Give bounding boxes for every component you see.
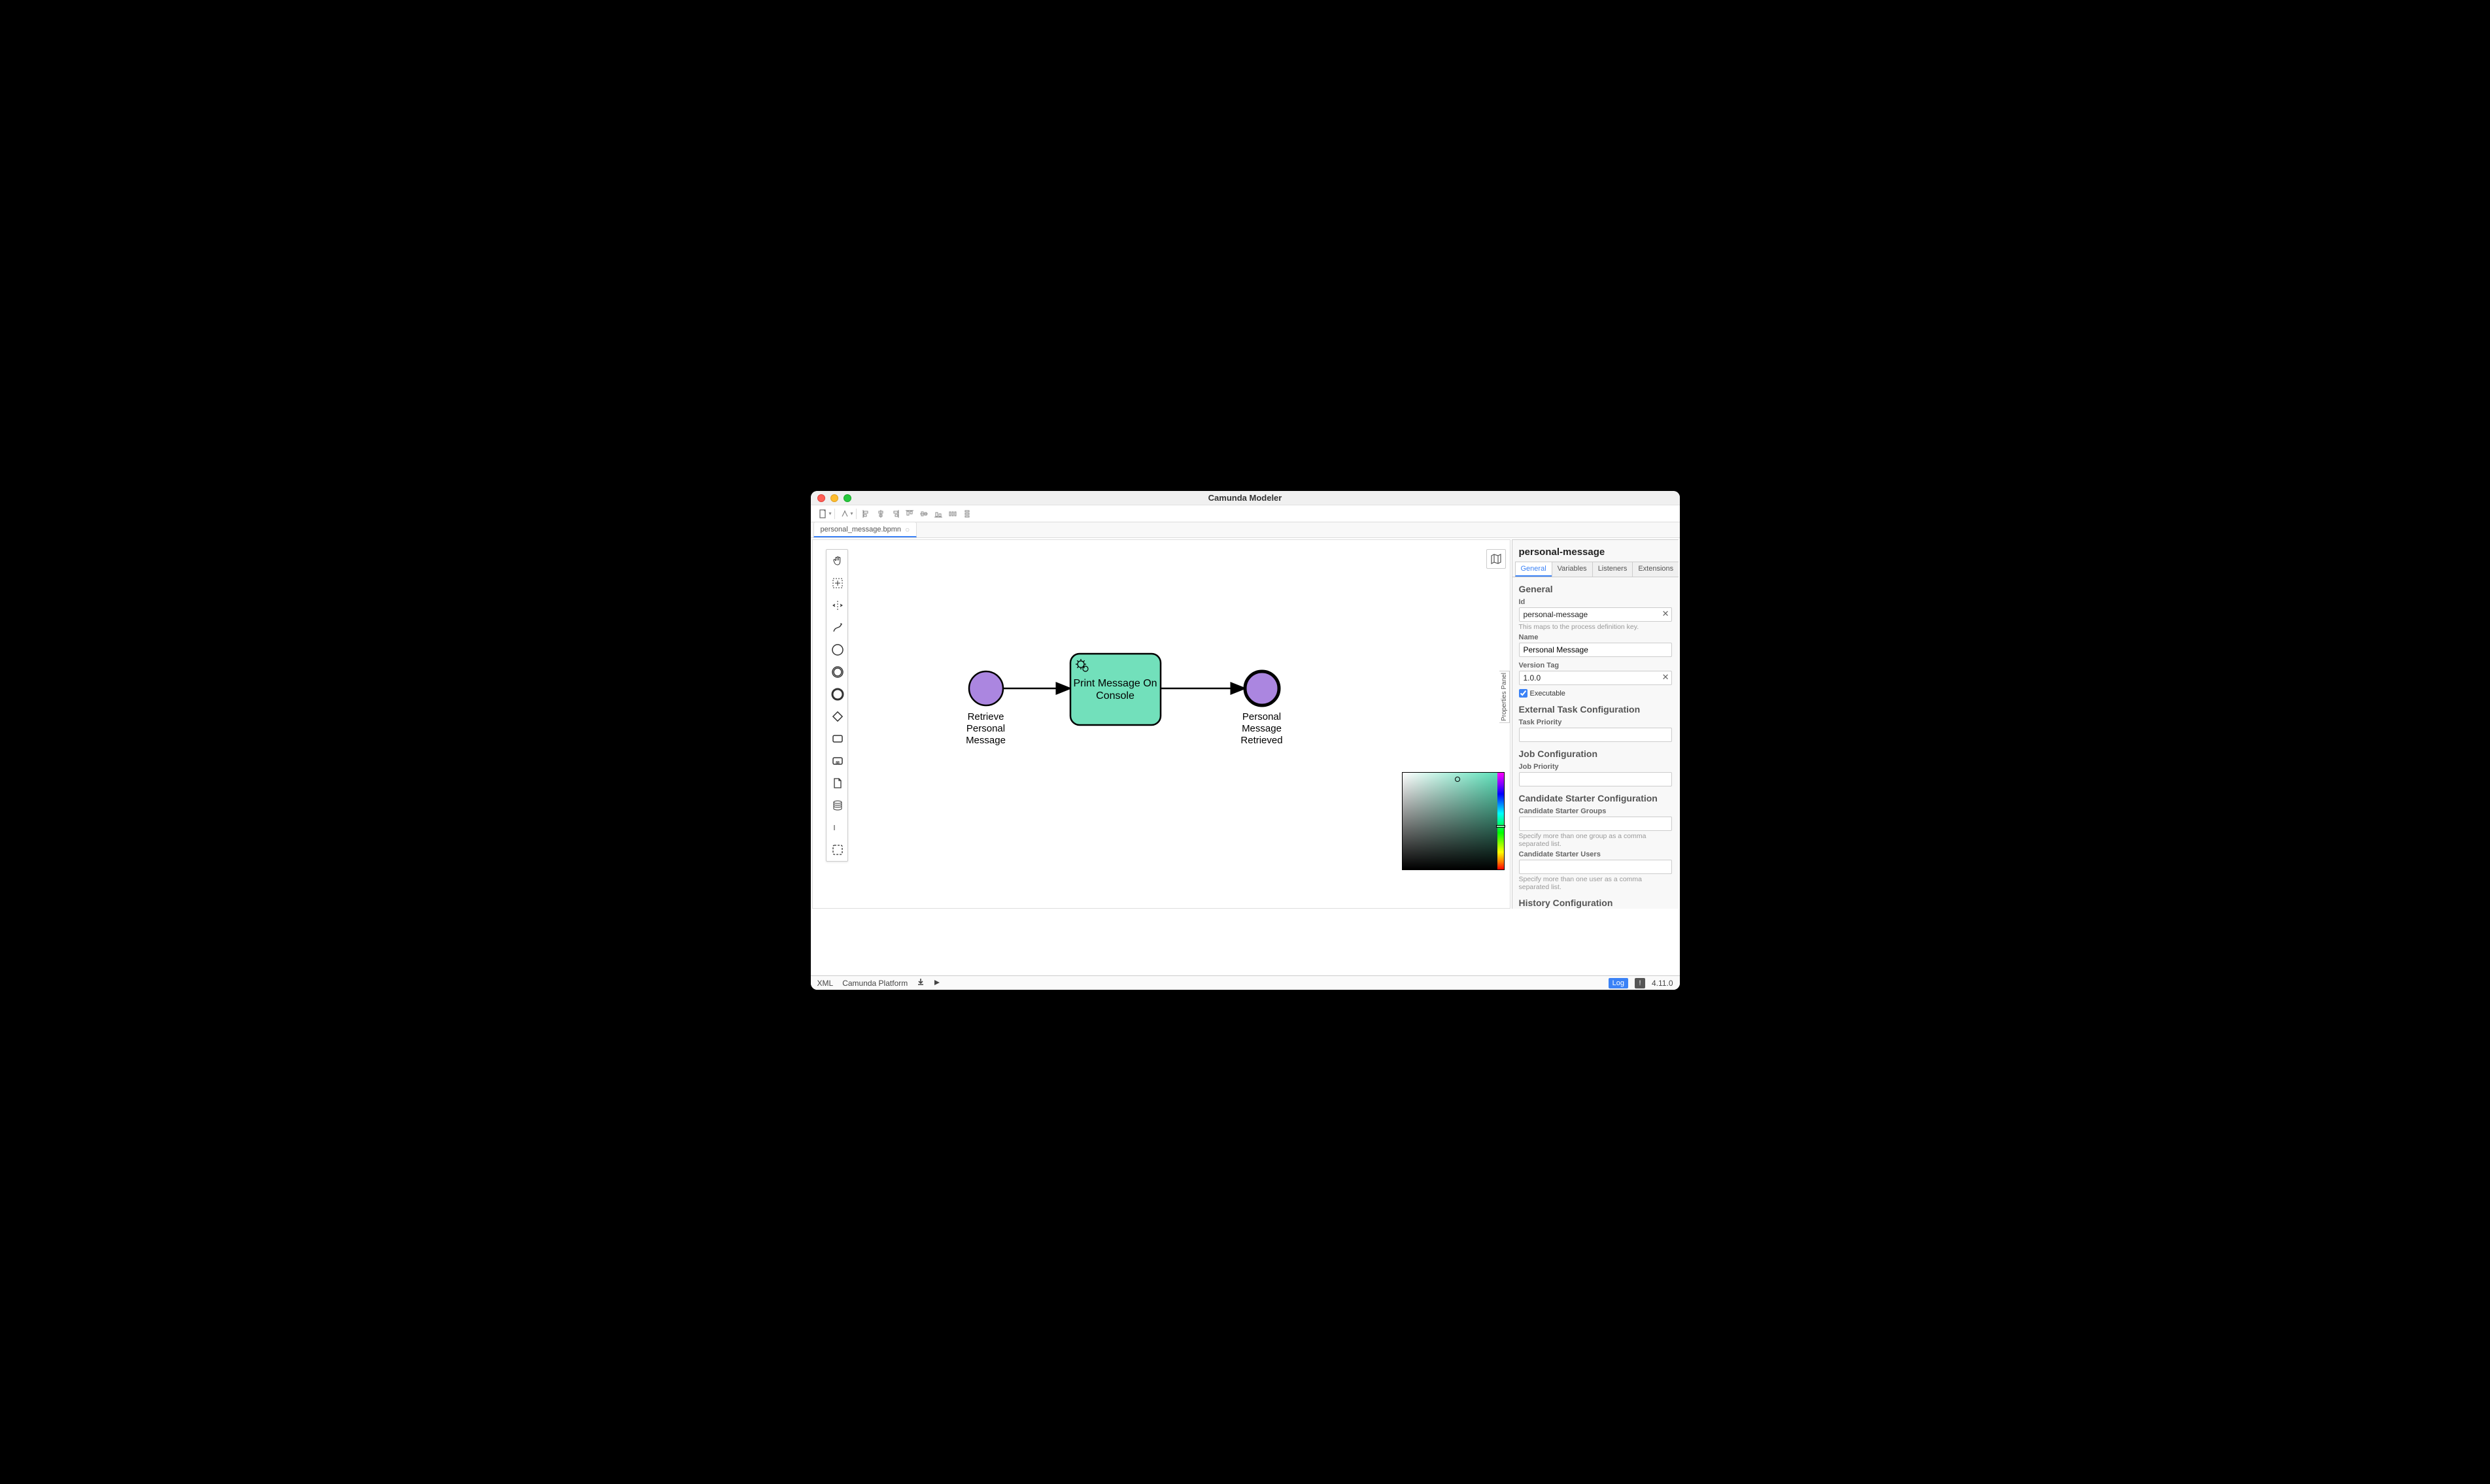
label-executable: Executable (1530, 690, 1565, 698)
window-close-button[interactable] (817, 494, 825, 502)
hue-slider[interactable] (1497, 773, 1504, 869)
deploy-button[interactable] (838, 507, 852, 521)
input-task-priority[interactable] (1519, 728, 1672, 742)
hue-slider-thumb[interactable] (1496, 825, 1505, 828)
distribute-h-button[interactable] (946, 507, 960, 521)
label-starter-users: Candidate Starter Users (1519, 851, 1672, 858)
tab-general[interactable]: General (1515, 562, 1552, 577)
tab-listeners[interactable]: Listeners (1592, 562, 1633, 577)
align-top-button[interactable] (902, 507, 917, 521)
align-bottom-button[interactable] (931, 507, 946, 521)
start-event-label: Retrieve Personal Message (960, 711, 1012, 747)
statusbar: XML Camunda Platform Log ! 4.11.0 (811, 975, 1680, 990)
properties-panel: personal-message General Variables Liste… (1512, 539, 1679, 909)
download-icon[interactable] (917, 978, 925, 988)
new-file-dropdown-icon[interactable]: ▾ (829, 511, 832, 516)
help-id: This maps to the process definition key. (1519, 623, 1672, 631)
input-name[interactable]: Personal Message (1519, 643, 1672, 657)
help-starter-users: Specify more than one user as a comma se… (1519, 875, 1672, 891)
align-center-h-button[interactable] (874, 507, 888, 521)
window-minimize-button[interactable] (830, 494, 838, 502)
label-starter-groups: Candidate Starter Groups (1519, 807, 1672, 815)
tab-variables[interactable]: Variables (1552, 562, 1593, 577)
statusbar-log-button[interactable]: Log (1609, 978, 1628, 988)
clear-icon[interactable]: ✕ (1662, 672, 1669, 683)
color-field[interactable] (1403, 773, 1497, 869)
window-title: Camunda Modeler (811, 493, 1680, 503)
distribute-v-button[interactable] (960, 507, 974, 521)
window-zoom-button[interactable] (844, 494, 851, 502)
align-center-v-button[interactable] (917, 507, 931, 521)
label-task-priority: Task Priority (1519, 718, 1672, 726)
canvas[interactable]: Properties Panel (812, 539, 1510, 909)
input-id[interactable] (1519, 607, 1672, 622)
color-field-cursor[interactable] (1455, 777, 1460, 782)
toolbar: ▾ ▾ (811, 505, 1680, 522)
label-version: Version Tag (1519, 662, 1672, 669)
bottom-spacer (811, 910, 1680, 975)
section-candidate: Candidate Starter Configuration (1519, 793, 1672, 803)
label-id: Id (1519, 598, 1672, 606)
section-history: History Configuration (1519, 898, 1672, 908)
checkbox-executable-row[interactable]: Executable (1519, 689, 1672, 698)
input-starter-users[interactable] (1519, 860, 1672, 874)
end-event[interactable] (1245, 671, 1279, 705)
statusbar-xml[interactable]: XML (817, 979, 834, 988)
color-picker[interactable] (1402, 772, 1505, 870)
task-label: Print Message On Console (1073, 677, 1158, 702)
close-icon[interactable]: ○ (905, 525, 910, 534)
input-version[interactable] (1519, 671, 1672, 685)
file-tabstrip: personal_message.bpmn ○ (811, 522, 1680, 538)
section-job: Job Configuration (1519, 749, 1672, 759)
message-icon[interactable]: ! (1635, 978, 1645, 988)
properties-title: personal-message (1512, 540, 1679, 562)
statusbar-platform[interactable]: Camunda Platform (842, 979, 908, 988)
new-file-button[interactable] (816, 507, 830, 521)
start-event[interactable] (969, 671, 1003, 705)
deploy-dropdown-icon[interactable]: ▾ (851, 511, 853, 516)
align-left-button[interactable] (859, 507, 874, 521)
statusbar-version: 4.11.0 (1652, 979, 1673, 988)
section-external: External Task Configuration (1519, 704, 1672, 715)
play-icon[interactable] (934, 979, 940, 988)
tab-extensions[interactable]: Extensions (1632, 562, 1678, 577)
properties-tabs: General Variables Listeners Extensions (1512, 562, 1679, 577)
label-job-priority: Job Priority (1519, 763, 1672, 771)
label-name: Name (1519, 633, 1672, 641)
file-tab-label: personal_message.bpmn (821, 526, 902, 533)
input-job-priority[interactable] (1519, 772, 1672, 786)
app-window: Camunda Modeler ▾ ▾ personal_message.bpm… (811, 491, 1680, 990)
checkbox-executable[interactable] (1519, 689, 1527, 698)
end-event-label: Personal Message Retrieved (1236, 711, 1288, 747)
clear-icon[interactable]: ✕ (1662, 609, 1669, 619)
help-starter-groups: Specify more than one group as a comma s… (1519, 832, 1672, 848)
section-general: General (1519, 584, 1672, 594)
file-tab[interactable]: personal_message.bpmn ○ (813, 522, 917, 537)
input-starter-groups[interactable] (1519, 817, 1672, 831)
titlebar: Camunda Modeler (811, 491, 1680, 505)
align-right-button[interactable] (888, 507, 902, 521)
